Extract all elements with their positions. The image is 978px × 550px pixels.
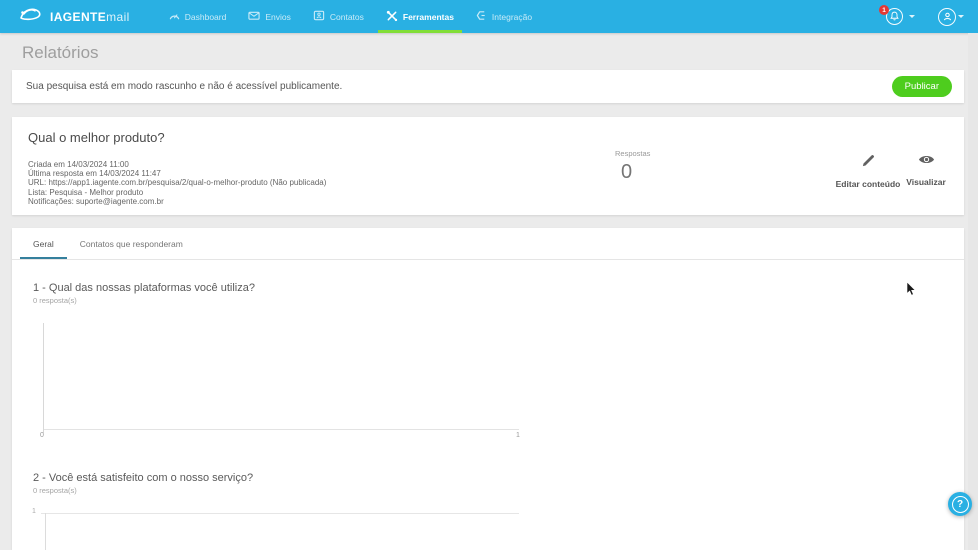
contacts-icon (313, 10, 325, 23)
nav-item-dashboard[interactable]: Dashboard (158, 0, 238, 33)
question-2-responses: 0 resposta(s) (33, 486, 77, 495)
nav-item-contatos[interactable]: Contatos (302, 0, 375, 33)
notifications-caret-icon[interactable] (909, 15, 915, 18)
survey-meta-last-response: Última resposta em 14/03/2024 11:47 (28, 169, 161, 179)
question-mark-icon: ? (951, 495, 969, 513)
report-card: Geral Contatos que responderam 1 - Qual … (12, 228, 964, 550)
iagente-mascot-icon (18, 5, 44, 28)
tab-geral[interactable]: Geral (20, 228, 67, 259)
chart2-ytick-1: 1 (32, 508, 36, 515)
tools-icon (386, 10, 398, 24)
topbar-actions: 1 (879, 0, 964, 33)
survey-meta-notifications: Notificações: suporte@iagente.com.br (28, 196, 164, 206)
notifications-button[interactable]: 1 (879, 5, 903, 26)
nav-label: Envios (265, 11, 291, 22)
view-label: Visualizar (906, 177, 946, 187)
responses-count: 0 (621, 161, 633, 183)
page-title: Relatórios (22, 43, 99, 62)
chart1-xtick-1: 1 (516, 432, 520, 439)
app-logo[interactable]: IAGENTEmail (18, 5, 130, 28)
question-1-responses: 0 resposta(s) (33, 296, 77, 305)
user-caret-icon[interactable] (958, 15, 964, 18)
help-button[interactable]: ? (948, 492, 972, 516)
scrollbar-track[interactable] (968, 33, 978, 550)
user-menu[interactable] (938, 7, 964, 26)
nav-label: Integração (491, 11, 533, 22)
nav-item-integracao[interactable]: Integração (465, 0, 543, 33)
report-tabs: Geral Contatos que responderam (12, 228, 964, 260)
responses-label: Respostas (615, 149, 651, 158)
logo-bold: IAGENTE (50, 9, 107, 24)
survey-meta: Criada em 14/03/2024 11:00 Última respos… (28, 160, 326, 206)
chart2-gridline (41, 513, 519, 514)
draft-notice-text: Sua pesquisa está em modo rascunho e não… (26, 81, 343, 92)
survey-info-card: Qual o melhor produto? Criada em 14/03/2… (12, 117, 964, 215)
question-2-title: 2 - Você está satisfeito com o nosso ser… (33, 472, 254, 484)
survey-title: Qual o melhor produto? (28, 130, 165, 145)
main-nav: Dashboard Envios Contatos Ferramentas In… (158, 0, 543, 33)
user-avatar-icon (938, 7, 956, 26)
logo-light: mail (106, 9, 130, 24)
survey-meta-created: Criada em 14/03/2024 11:00 (28, 160, 129, 169)
question-1-title: 1 - Qual das nossas plataformas você uti… (33, 282, 255, 294)
send-icon (248, 10, 260, 23)
app-logo-text: IAGENTEmail (50, 10, 130, 24)
gauge-icon (169, 10, 180, 23)
chart1-xtick-0: 0 (40, 432, 44, 439)
nav-item-envios[interactable]: Envios (237, 0, 302, 33)
responses-summary: Respostas 0 (615, 149, 665, 184)
nav-label: Ferramentas (402, 11, 454, 22)
chart2-y-axis (45, 513, 46, 550)
notification-badge: 1 (879, 5, 889, 15)
view-button[interactable]: Visualizar (890, 153, 962, 187)
topbar: IAGENTEmail Dashboard Envios Contatos Fe… (0, 0, 978, 33)
nav-item-ferramentas[interactable]: Ferramentas (375, 0, 465, 33)
question-1-chart (43, 323, 519, 433)
draft-notice-card: Sua pesquisa está em modo rascunho e não… (12, 70, 964, 103)
pencil-icon (861, 154, 876, 172)
nav-label: Dashboard (184, 11, 227, 22)
survey-meta-list: Lista: Pesquisa - Melhor produto (28, 187, 144, 197)
publish-button[interactable]: Publicar (891, 76, 952, 97)
plug-icon (476, 10, 487, 23)
tab-contatos-que-responderam[interactable]: Contatos que responderam (67, 228, 196, 259)
eye-icon (918, 153, 935, 170)
survey-meta-url: URL: https://app1.iagente.com.br/pesquis… (28, 178, 327, 188)
bell-icon (890, 8, 899, 26)
nav-label: Contatos (329, 11, 364, 22)
